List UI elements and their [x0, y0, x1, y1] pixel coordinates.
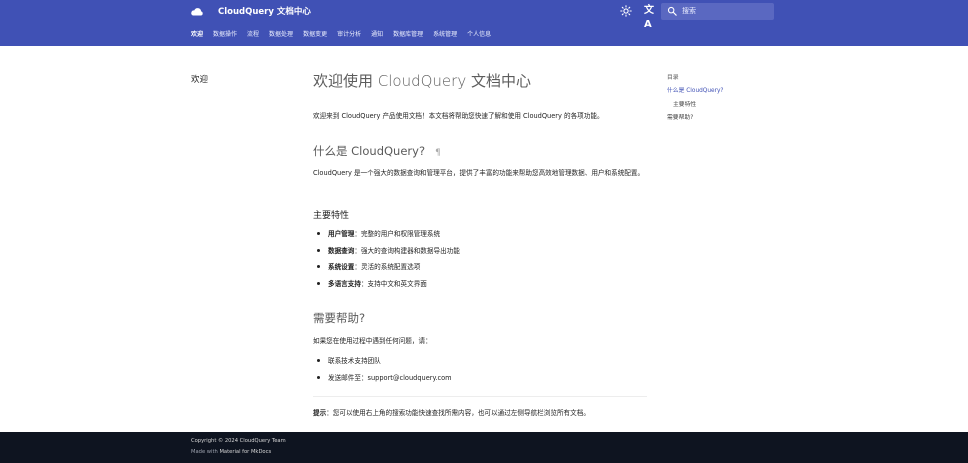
list-item: 数据查询：强大的查询构建器和数据导出功能 — [317, 246, 460, 263]
feature-desc: ：灵活的系统配置选项 — [354, 263, 421, 271]
bullet-icon — [317, 232, 320, 235]
feature-name: 系统设置 — [328, 263, 355, 271]
toc-item-what-is[interactable]: 什么是 CloudQuery? — [667, 85, 724, 98]
sidebar-item-welcome[interactable]: 欢迎 — [191, 73, 208, 85]
list-item: 联系技术支持团队 — [317, 356, 452, 373]
cloud-icon[interactable] — [190, 6, 204, 18]
tip-note: 提示：您可以使用右上角的搜索功能快速查找所需内容，也可以通过左侧导航栏浏览所有文… — [313, 408, 590, 418]
tab-audit-analysis[interactable]: 审计分析 — [337, 29, 361, 41]
made-with-prefix: Made with — [191, 449, 218, 455]
list-item: 用户管理：完整的用户和权限管理系统 — [317, 229, 460, 246]
brand-row: CloudQuery 文档中心 文A 搜索 — [0, 0, 968, 30]
bullet-icon — [317, 281, 320, 285]
list-item: 多语言支持：支持中文和英文界面 — [317, 279, 460, 296]
feature-name: 多语言支持 — [328, 279, 361, 288]
features-heading: 主要特性 — [313, 211, 350, 221]
bullet-icon — [317, 375, 320, 379]
toc-item-features[interactable]: 主要特性 — [667, 99, 724, 112]
feature-desc: ：支持中文和英文界面 — [360, 279, 427, 288]
bullet-icon — [317, 265, 320, 268]
footer — [0, 432, 968, 463]
header: CloudQuery 文档中心 文A 搜索 欢迎 数据操作 流程 数据处理 数据… — [0, 0, 968, 46]
toc-item-help[interactable]: 需要帮助? — [667, 112, 724, 125]
tip-text: ：您可以使用右上角的搜索功能快速查找所需内容，也可以通过左侧导航栏浏览所有文档。 — [326, 409, 590, 417]
table-of-contents: 目录 什么是 CloudQuery? 主要特性 需要帮助? — [667, 72, 724, 125]
tab-data-processing[interactable]: 数据处理 — [269, 29, 293, 41]
tab-data-change[interactable]: 数据变更 — [303, 29, 327, 41]
made-with-text: Made with Material for MkDocs — [191, 449, 271, 455]
feature-name: 用户管理 — [328, 230, 355, 238]
feature-desc: ：强大的查询构建器和数据导出功能 — [354, 246, 460, 255]
tab-data-operations[interactable]: 数据操作 — [213, 29, 237, 41]
list-item: 发送邮件至：support@cloudquery.com — [317, 373, 452, 390]
tab-workflow[interactable]: 流程 — [247, 29, 259, 41]
toc-title: 目录 — [667, 75, 679, 81]
search-placeholder: 搜索 — [682, 7, 696, 15]
site-title[interactable]: CloudQuery 文档中心 — [218, 5, 311, 17]
help-list: 联系技术支持团队 发送邮件至：support@cloudquery.com — [317, 356, 452, 390]
nav-tabs: 欢迎 数据操作 流程 数据处理 数据变更 审计分析 通知 数据库管理 系统管理 … — [191, 29, 491, 41]
tab-welcome[interactable]: 欢迎 — [191, 29, 203, 41]
help-item-text: 联系技术支持团队 — [328, 357, 381, 365]
divider — [313, 396, 647, 397]
section-heading-what-is: 什么是 CloudQuery? ¶ — [313, 143, 441, 159]
tip-label: 提示 — [313, 409, 327, 417]
tab-personal-info[interactable]: 个人信息 — [467, 29, 491, 41]
help-item-text: 发送邮件至：support@cloudquery.com — [328, 373, 452, 382]
tab-system-management[interactable]: 系统管理 — [433, 29, 457, 41]
help-paragraph: 如果您在使用过程中遇到任何问题，请： — [313, 337, 432, 345]
permalink-icon[interactable]: ¶ — [435, 148, 441, 158]
tab-notifications[interactable]: 通知 — [371, 29, 383, 41]
what-is-paragraph: CloudQuery 是一个强大的数据查询和管理平台，提供了丰富的功能来帮助您高… — [313, 169, 645, 177]
bullet-icon — [317, 359, 320, 362]
help-heading: 需要帮助? — [313, 311, 366, 325]
list-item: 系统设置：灵活的系统配置选项 — [317, 262, 460, 279]
tab-database-management[interactable]: 数据库管理 — [393, 29, 423, 41]
feature-desc: ：完整的用户和权限管理系统 — [354, 230, 441, 238]
translate-icon[interactable]: 文A — [644, 4, 656, 30]
intro-paragraph: 欢迎来到 CloudQuery 产品使用文档！本文档将帮助您快速了解和使用 Cl… — [313, 112, 604, 120]
mkdocs-link[interactable]: Material for MkDocs — [219, 449, 271, 455]
bullet-icon — [317, 248, 320, 252]
brightness-icon[interactable] — [620, 5, 632, 17]
section-heading-text: 什么是 CloudQuery? — [313, 144, 426, 158]
search-icon — [667, 6, 677, 16]
copyright-text: Copyright © 2024 CloudQuery Team — [191, 438, 286, 444]
search-input[interactable]: 搜索 — [661, 3, 774, 20]
features-list: 用户管理：完整的用户和权限管理系统 数据查询：强大的查询构建器和数据导出功能 系… — [317, 229, 460, 296]
page-title: 欢迎使用 CloudQuery 文档中心 — [313, 72, 531, 90]
feature-name: 数据查询 — [328, 246, 355, 255]
